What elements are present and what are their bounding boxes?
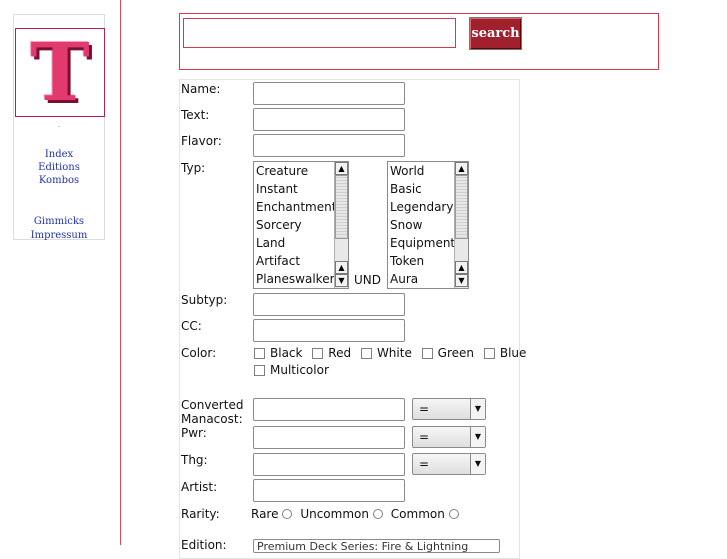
color-name: Black [270,346,303,360]
rarity-name: Common [390,507,445,521]
edition-value: Premium Deck Series: Fire & Lightning [257,540,469,553]
artist-label: Artist: [181,480,218,494]
cc-input[interactable] [253,319,405,342]
scroll-up-icon[interactable]: ▲ [455,162,468,175]
color-checkbox-green[interactable] [421,348,433,359]
pwr-input[interactable] [253,426,405,449]
color-checkbox-black[interactable] [254,348,265,359]
nav-link-impressum[interactable]: Impressum [14,229,104,242]
scroll-up-icon[interactable]: ▲ [455,261,468,274]
rarity-radio-rare[interactable] [282,509,293,519]
supertype-option[interactable]: Snow [390,216,422,234]
pwr-operator-select[interactable]: = ▼ [412,426,486,448]
operator-value: = [419,430,430,444]
chevron-down-icon: ▼ [470,399,485,419]
thg-input[interactable] [253,453,405,476]
color-label: Color: [181,346,217,360]
cmc-operator-select[interactable]: = ▼ [412,398,486,420]
rarity-radio-uncommon[interactable] [372,509,383,519]
search-input[interactable] [183,18,456,48]
supertype-option[interactable]: Aura [390,270,418,288]
multicolor-label: Multicolor [270,363,329,377]
subtyp-input[interactable] [253,293,405,316]
type-option[interactable]: Sorcery [256,216,302,234]
cmc-input[interactable] [253,398,405,421]
cc-label: CC: [181,319,202,333]
thg-operator-select[interactable]: = ▼ [412,453,486,475]
text-input[interactable] [253,108,405,131]
nav-link-index[interactable]: Index [14,148,104,161]
scroll-down-icon[interactable]: ▼ [335,274,348,287]
search-button[interactable]: search [469,17,522,50]
sidebar-dot: . [57,120,61,129]
rarity-radios: Rare Uncommon Common [251,507,463,521]
color-name: Red [328,346,352,360]
type-option[interactable]: Planeswalker [256,270,335,288]
subtyp-label: Subtyp: [181,293,228,307]
supertype-option[interactable]: Legendary [390,198,453,216]
name-input[interactable] [253,82,405,105]
rarity-name: Rare [251,507,279,521]
page-divider [120,0,121,545]
rarity-name: Uncommon [300,507,369,521]
scroll-up-icon[interactable]: ▲ [335,162,348,175]
supertype-option[interactable]: Basic [390,180,422,198]
text-label: Text: [181,108,210,122]
edition-select[interactable]: Premium Deck Series: Fire & Lightning [253,539,500,553]
type-option[interactable]: Artifact [256,252,300,270]
type-option[interactable]: Creature [256,162,308,180]
multicolor-checkbox[interactable] [254,365,265,376]
color-checkboxes: Black Red White Green Blue [254,346,532,360]
type-scrollbar[interactable]: ▲ ▲ ▼ [334,162,348,288]
color-checkbox-blue[interactable] [483,348,495,359]
color-checkbox-white[interactable] [360,348,372,359]
scroll-up-icon[interactable]: ▲ [335,261,348,274]
thg-label: Thg: [181,453,208,467]
nav-link-editions[interactable]: Editions [14,161,104,174]
edition-label: Edition: [181,538,227,552]
type-option[interactable]: Enchantment [256,198,336,216]
typ-label: Typ: [181,161,206,175]
rarity-label: Rarity: [181,507,220,521]
rarity-radio-common[interactable] [448,509,459,519]
site-logo[interactable]: T [15,25,105,119]
chevron-down-icon: ▼ [470,454,485,474]
supertype-listbox[interactable]: World Basic Legendary Snow Equipment Tok… [387,161,469,289]
und-label: UND [354,273,381,287]
operator-value: = [419,402,430,416]
flavor-input[interactable] [253,134,405,157]
chevron-down-icon: ▼ [470,427,485,447]
cmc-label: Converted Manacost: [181,398,244,424]
nav-link-gimmicks[interactable]: Gimmicks [14,215,104,228]
operator-value: = [419,457,430,471]
supertype-option[interactable]: Token [390,252,424,270]
type-listbox[interactable]: Creature Instant Enchantment Sorcery Lan… [253,161,349,289]
supertype-scrollbar[interactable]: ▲ ▲ ▼ [454,162,468,288]
type-option[interactable]: Land [256,234,285,252]
name-label: Name: [181,82,221,96]
sidebar: T . Index Editions Kombos Gimmicks Impre… [13,14,105,242]
color-name: Blue [499,346,527,360]
artist-input[interactable] [253,479,405,502]
supertype-option[interactable]: Equipment [390,234,455,252]
pwr-label: Pwr: [181,426,207,440]
scroll-thumb[interactable] [455,175,468,239]
type-option[interactable]: Instant [256,180,298,198]
supertype-option[interactable]: World [390,162,424,180]
color-name: Green [437,346,475,360]
color-checkbox-red[interactable] [312,348,324,359]
flavor-label: Flavor: [181,134,222,148]
nav-link-kombos[interactable]: Kombos [14,174,104,187]
scroll-thumb[interactable] [335,175,348,239]
color-name: White [376,346,412,360]
logo-letter: T [30,25,90,119]
scroll-down-icon[interactable]: ▼ [455,274,468,287]
multicolor-row: Multicolor [254,363,329,377]
